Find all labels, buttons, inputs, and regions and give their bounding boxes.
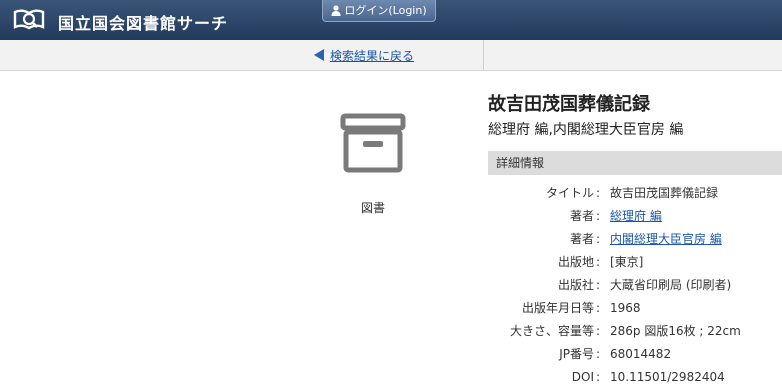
login-label: ログイン(Login) <box>344 4 427 17</box>
back-to-results-link[interactable]: 検索結果に戻る <box>330 49 414 63</box>
item-author-line: 総理府 編,内閣総理大臣官房 編 <box>488 122 684 138</box>
detail-info-heading: 詳細情報 <box>488 151 782 175</box>
divider <box>483 40 484 70</box>
detail-label: 著者 <box>569 209 594 223</box>
item-title: 故吉田茂国葬儀記録 <box>488 94 650 115</box>
detail-row-extent: 大きさ、容量等: 286p 図版16枚 ; 22cm <box>488 321 782 341</box>
detail-row-title: タイトル: 故吉田茂国葬儀記録 <box>488 183 782 203</box>
detail-value: 故吉田茂国葬儀記録 <box>610 186 719 200</box>
detail-value: 286p 図版16枚 ; 22cm <box>610 324 741 338</box>
author-link[interactable]: 内閣総理大臣官房 編 <box>610 232 722 246</box>
detail-label: 大きさ、容量等 <box>509 324 594 338</box>
detail-row-doi: DOI: 10.11501/2982404 <box>488 367 782 387</box>
detail-label: 著者 <box>569 232 594 246</box>
detail-value: 大蔵省印刷局 (印刷者) <box>610 278 732 292</box>
detail-label: 出版年月日等 <box>521 301 594 315</box>
detail-row-author: 著者: 総理府 編 <box>488 206 782 226</box>
detail-row-author: 著者: 内閣総理大臣官房 編 <box>488 229 782 249</box>
user-icon <box>331 5 341 16</box>
login-button[interactable]: ログイン(Login) <box>322 0 436 22</box>
detail-row-place: 出版地: [東京] <box>488 252 782 272</box>
author-link[interactable]: 総理府 編 <box>610 209 662 223</box>
detail-label: 出版地 <box>557 255 594 269</box>
detail-label: DOI <box>571 370 594 384</box>
ndl-book-magnifier-icon[interactable] <box>12 7 46 33</box>
detail-value: 68014482 <box>610 347 672 361</box>
back-to-results[interactable]: 検索結果に戻る <box>314 47 414 64</box>
detail-row-jp-number: JP番号: 68014482 <box>488 344 782 364</box>
detail-label: 出版社 <box>557 278 594 292</box>
back-arrow-icon[interactable] <box>314 49 324 61</box>
detail-label: JP番号 <box>559 347 594 361</box>
site-title[interactable]: 国立国会図書館サーチ <box>58 10 228 34</box>
detail-value: 1968 <box>610 301 641 315</box>
archive-box-icon <box>340 113 406 173</box>
detail-row-date: 出版年月日等: 1968 <box>488 298 782 318</box>
detail-value: 10.11501/2982404 <box>610 370 725 384</box>
detail-label: タイトル <box>545 186 594 200</box>
detail-row-publisher: 出版社: 大蔵省印刷局 (印刷者) <box>488 275 782 295</box>
detail-value: [東京] <box>610 255 644 269</box>
material-type-label: 図書 <box>360 201 385 215</box>
sub-navigation-bar: 検索結果に戻る <box>0 40 782 71</box>
